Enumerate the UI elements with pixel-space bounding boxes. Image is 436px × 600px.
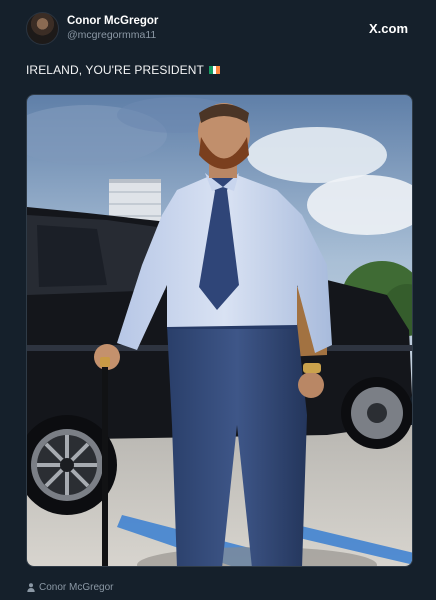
credit-author[interactable]: Conor McGregor <box>39 582 113 593</box>
tweet-header: Conor McGregor @mcgregormma11 X.com <box>26 10 408 46</box>
person-icon <box>27 583 35 592</box>
tweet-body: IRELAND, YOU'RE PRESIDENT <box>26 63 204 77</box>
author-names: Conor McGregor @mcgregormma11 <box>67 15 158 40</box>
brand-label: X.com <box>368 20 408 36</box>
photo-credit: Conor McGregor <box>27 582 113 593</box>
photo-man-in-suit-with-cane <box>27 95 412 566</box>
flag-orange-stripe <box>216 66 220 74</box>
tweet-photo[interactable] <box>26 94 413 567</box>
avatar[interactable] <box>26 11 59 45</box>
user-handle[interactable]: @mcgregormma11 <box>67 29 158 41</box>
x-brand-link[interactable]: X.com <box>368 21 408 36</box>
display-name[interactable]: Conor McGregor <box>67 15 158 28</box>
ireland-flag-icon <box>208 66 220 74</box>
tweet-text: IRELAND, YOU'RE PRESIDENT <box>26 63 410 77</box>
